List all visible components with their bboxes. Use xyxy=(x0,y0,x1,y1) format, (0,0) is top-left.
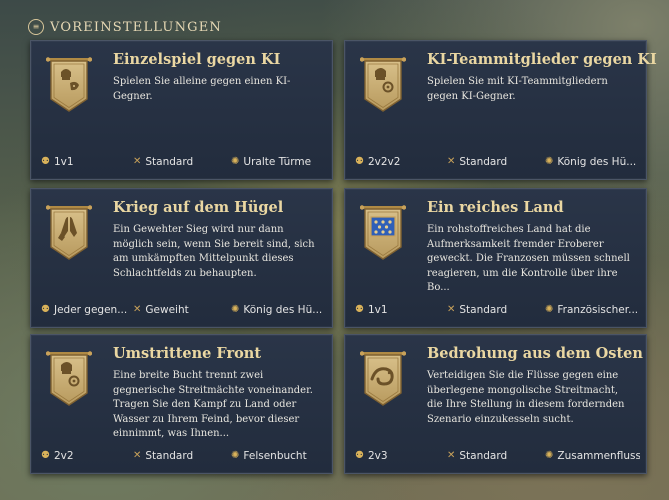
river-serpent-emblem xyxy=(360,349,406,407)
card-footer: ⚉ 1v1 ✕ Standard ✺ Uralte Türme xyxy=(41,155,326,169)
map-name: Zusammenfluss xyxy=(557,450,640,462)
map-icon: ✺ xyxy=(545,450,554,461)
map-icon: ✺ xyxy=(231,450,240,461)
map-icon: ✺ xyxy=(231,156,240,167)
card-footer: ⚉ 2v3 ✕ Standard ✺ Zusammenfluss xyxy=(355,449,640,463)
card-footer: ⚉ 2v2 ✕ Standard ✺ Felsenbucht xyxy=(41,449,326,463)
card-description: Verteidigen Sie die Flüsse gegen eine üb… xyxy=(427,370,625,425)
preset-card-ein-reiches-land[interactable]: Ein reiches Land Ein rohstoffreiches Lan… xyxy=(344,188,647,328)
crossed-swords-icon: ✕ xyxy=(133,304,142,315)
preset-card-bedrohung-aus-dem-osten[interactable]: Bedrohung aus dem Osten Verteidigen Sie … xyxy=(344,334,647,474)
difficulty-label: Standard xyxy=(145,156,194,168)
crossed-swords-icon: ✕ xyxy=(133,156,142,167)
helmet-mask-emblem xyxy=(46,55,92,113)
difficulty-label: Standard xyxy=(459,450,508,462)
players-count: 1v1 xyxy=(53,156,74,168)
players-icon: ⚉ xyxy=(355,450,364,461)
crossed-swords-icon: ✕ xyxy=(447,304,456,315)
preset-card-ki-teammitglieder[interactable]: KI-Teammitglieder gegen KI Spielen Sie m… xyxy=(344,40,657,180)
difficulty-label: Standard xyxy=(459,156,508,168)
card-footer: ⚉ Jeder gegen... ✕ Geweiht ✺ König des Hü..… xyxy=(41,303,326,317)
card-description: Ein Gewehter Sieg wird nur dann möglich … xyxy=(113,224,315,279)
map-icon: ✺ xyxy=(231,304,240,315)
players-count: Jeder gegen... xyxy=(53,304,128,316)
card-title: Einzelspiel gegen KI xyxy=(113,51,281,68)
crossed-swords-icon: ✕ xyxy=(447,156,456,167)
card-description: Spielen Sie alleine gegen einen KI-Gegne… xyxy=(113,76,291,102)
players-count: 2v2v2 xyxy=(367,156,401,168)
card-footer: ⚉ 1v1 ✕ Standard ✺ Französischer... xyxy=(355,303,640,317)
helmet-gears-emblem xyxy=(46,349,92,407)
players-count: 1v1 xyxy=(367,304,388,316)
difficulty-label: Standard xyxy=(145,450,194,462)
map-icon: ✺ xyxy=(545,156,554,167)
players-icon: ⚉ xyxy=(41,304,50,315)
players-count: 2v2 xyxy=(53,450,74,462)
preset-card-umstrittene-front[interactable]: Umstrittene Front Eine breite Bucht tren… xyxy=(30,334,333,474)
difficulty-label: Standard xyxy=(459,304,508,316)
presets-title: VOREINSTELLUNGEN xyxy=(50,19,223,35)
card-description: Ein rohstoffreiches Land hat die Aufmerk… xyxy=(427,224,630,293)
presets-header: ≡ VOREINSTELLUNGEN xyxy=(28,16,222,38)
presets-icon: ≡ xyxy=(28,19,44,35)
helmet-gears-emblem xyxy=(360,55,406,113)
card-title: Umstrittene Front xyxy=(113,345,262,362)
preset-card-krieg-auf-dem-huegel[interactable]: Krieg auf dem Hügel Ein Gewehter Sieg wi… xyxy=(30,188,333,328)
map-name: König des Hü... xyxy=(557,156,637,168)
card-description: Eine breite Bucht trennt zwei gegnerisch… xyxy=(113,370,313,439)
crossed-swords-icon: ✕ xyxy=(447,450,456,461)
card-title: Bedrohung aus dem Osten xyxy=(427,345,643,362)
map-icon: ✺ xyxy=(545,304,554,315)
french-banner-emblem xyxy=(360,203,406,261)
card-footer: ⚉ 2v2v2 ✕ Standard ✺ König des Hü... xyxy=(355,155,640,169)
difficulty-label: Geweiht xyxy=(145,304,189,316)
card-title: Ein reiches Land xyxy=(427,199,564,216)
crossed-swords-icon: ✕ xyxy=(133,450,142,461)
card-description: Spielen Sie mit KI-Teammitgliedern gegen… xyxy=(427,76,608,102)
preset-card-einzelspiel[interactable]: Einzelspiel gegen KI Spielen Sie alleine… xyxy=(30,40,333,180)
card-title: Krieg auf dem Hügel xyxy=(113,199,284,216)
map-name: Französischer... xyxy=(557,304,639,316)
players-icon: ⚉ xyxy=(41,450,50,461)
players-icon: ⚉ xyxy=(41,156,50,167)
players-count: 2v3 xyxy=(367,450,388,462)
map-name: Uralte Türme xyxy=(243,156,312,168)
card-title: KI-Teammitglieder gegen KI xyxy=(427,51,657,68)
players-icon: ⚉ xyxy=(355,304,364,315)
map-name: Felsenbucht xyxy=(243,450,307,462)
players-icon: ⚉ xyxy=(355,156,364,167)
praying-hands-emblem xyxy=(46,203,92,261)
map-name: König des Hü... xyxy=(243,304,323,316)
